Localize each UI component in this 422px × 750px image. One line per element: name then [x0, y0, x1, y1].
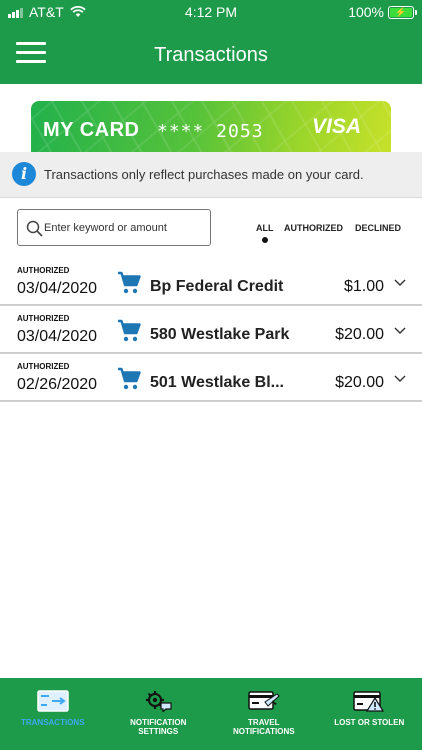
- transaction-row[interactable]: AUTHORIZED 02/26/2020 501 Westlake Bl...…: [0, 354, 422, 402]
- transaction-status: AUTHORIZED: [17, 362, 70, 371]
- status-right: 100% ⚡: [348, 4, 417, 20]
- card-name: MY CARD: [43, 119, 140, 141]
- chevron-down-icon[interactable]: [394, 278, 406, 288]
- charging-bolt-icon: ⚡: [395, 7, 407, 17]
- page-title: Transactions: [154, 44, 268, 66]
- filter-authorized[interactable]: AUTHORIZED: [284, 223, 343, 233]
- filter-selected-indicator: [262, 237, 268, 243]
- nav-label: TRAVEL NOTIFICATIONS: [232, 718, 295, 736]
- transaction-status: AUTHORIZED: [17, 266, 70, 275]
- chevron-down-icon[interactable]: [394, 326, 406, 336]
- bottom-nav: TRANSACTIONS NOTIFICATION SETTINGS TRAVE…: [0, 678, 422, 750]
- search-box[interactable]: [17, 209, 211, 246]
- notification-gear-icon: [146, 691, 172, 712]
- transaction-date: 03/04/2020: [17, 280, 98, 297]
- nav-notification-settings[interactable]: NOTIFICATION SETTINGS: [106, 678, 212, 750]
- filter-declined[interactable]: DECLINED: [355, 223, 401, 233]
- nav-label: TRANSACTIONS: [20, 718, 85, 727]
- search-icon: [26, 220, 43, 237]
- app-header: AT&T 4:12 PM 100% ⚡ Transactions: [0, 0, 422, 84]
- battery-percent: 100%: [348, 4, 384, 20]
- transaction-date: 02/26/2020: [17, 376, 98, 393]
- info-banner: i Transactions only reflect purchases ma…: [0, 152, 422, 198]
- status-bar: AT&T 4:12 PM 100% ⚡: [0, 0, 422, 24]
- card-warning-icon: [353, 691, 385, 712]
- info-icon: i: [12, 162, 36, 186]
- card-airplane-icon: [248, 691, 280, 710]
- search-input[interactable]: [44, 219, 206, 237]
- chevron-down-icon[interactable]: [394, 374, 406, 384]
- card-transfer-icon: [37, 690, 69, 712]
- transaction-row[interactable]: AUTHORIZED 03/04/2020 580 Westlake Park …: [0, 306, 422, 354]
- transaction-merchant: 580 Westlake Park: [150, 326, 290, 343]
- battery-icon: ⚡: [388, 5, 417, 19]
- transaction-status: AUTHORIZED: [17, 314, 70, 323]
- transaction-row[interactable]: AUTHORIZED 03/04/2020 Bp Federal Credit …: [0, 258, 422, 306]
- transaction-amount: $20.00: [335, 374, 384, 391]
- transaction-merchant: Bp Federal Credit: [150, 278, 284, 295]
- card-brand-logo: VISA: [311, 115, 361, 138]
- cart-icon: [118, 367, 141, 390]
- nav-label: NOTIFICATION SETTINGS: [130, 718, 187, 736]
- transaction-date: 03/04/2020: [17, 328, 98, 345]
- nav-lost-or-stolen[interactable]: LOST OR STOLEN: [317, 678, 422, 750]
- nav-transactions[interactable]: TRANSACTIONS: [0, 678, 106, 750]
- filter-all[interactable]: ALL: [256, 223, 274, 233]
- transaction-merchant: 501 Westlake Bl...: [150, 374, 284, 391]
- nav-travel-notifications[interactable]: TRAVEL NOTIFICATIONS: [211, 678, 317, 750]
- transaction-amount: $1.00: [343, 278, 384, 295]
- card-number: **** 2053: [157, 121, 264, 142]
- transaction-amount: $20.00: [335, 326, 384, 343]
- info-banner-text: Transactions only reflect purchases made…: [44, 167, 364, 182]
- nav-label: LOST OR STOLEN: [334, 718, 405, 727]
- cart-icon: [118, 319, 141, 342]
- cart-icon: [118, 271, 141, 294]
